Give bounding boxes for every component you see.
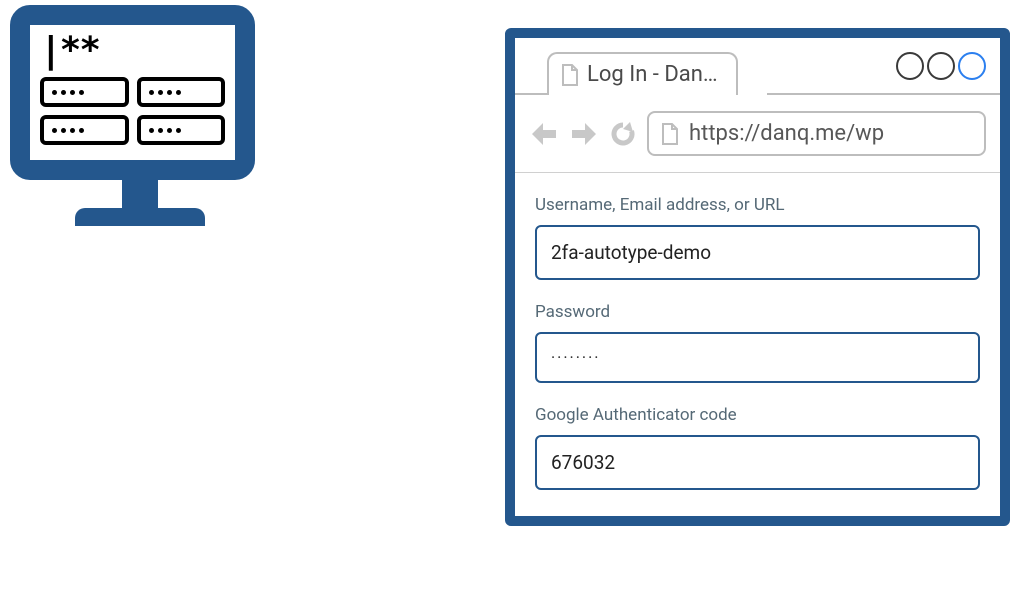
monitor-screen: |** bbox=[10, 5, 255, 180]
browser-window: Log In - Dan… bbox=[505, 28, 1010, 526]
page-icon bbox=[561, 64, 579, 86]
password-field-icon bbox=[40, 77, 129, 107]
back-icon[interactable] bbox=[529, 119, 559, 149]
totp-label: Google Authenticator code bbox=[535, 405, 980, 425]
password-field-icon bbox=[40, 115, 129, 145]
tab-title: Log In - Dan… bbox=[587, 62, 718, 87]
address-bar[interactable]: https://danq.me/wp bbox=[647, 111, 986, 156]
monitor-stand bbox=[122, 180, 158, 208]
login-form: Username, Email address, or URL Password… bbox=[515, 173, 1000, 516]
monitor-base bbox=[75, 208, 205, 226]
password-manager-monitor-icon: |** bbox=[10, 5, 270, 226]
password-field-icon bbox=[137, 115, 226, 145]
toolbar: https://danq.me/wp bbox=[515, 95, 1000, 172]
tab-bar: Log In - Dan… bbox=[515, 38, 1000, 95]
password-label: Password bbox=[535, 302, 980, 322]
totp-input[interactable] bbox=[535, 435, 980, 490]
browser-tab[interactable]: Log In - Dan… bbox=[547, 52, 738, 95]
password-masked-text: |** bbox=[40, 33, 225, 69]
window-control-circle[interactable] bbox=[896, 52, 924, 80]
reload-icon[interactable] bbox=[609, 120, 637, 148]
forward-icon[interactable] bbox=[569, 119, 599, 149]
username-input[interactable] bbox=[535, 225, 980, 280]
password-input[interactable] bbox=[535, 332, 980, 383]
username-label: Username, Email address, or URL bbox=[535, 195, 980, 215]
window-control-circle[interactable] bbox=[958, 52, 986, 80]
window-controls bbox=[896, 52, 986, 80]
page-icon bbox=[661, 123, 679, 145]
window-control-circle[interactable] bbox=[927, 52, 955, 80]
password-field-grid bbox=[40, 77, 225, 145]
address-bar-url: https://danq.me/wp bbox=[689, 121, 884, 146]
password-field-icon bbox=[137, 77, 226, 107]
